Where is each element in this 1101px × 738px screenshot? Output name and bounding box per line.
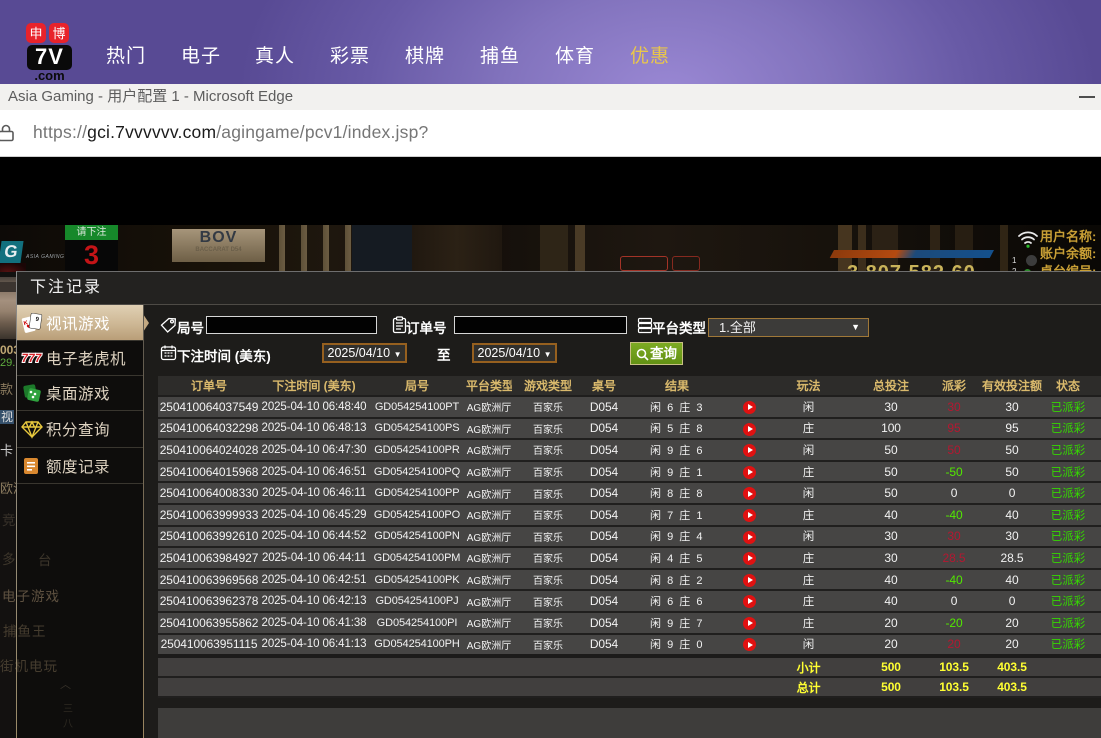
svg-text:777: 777 xyxy=(21,351,43,365)
